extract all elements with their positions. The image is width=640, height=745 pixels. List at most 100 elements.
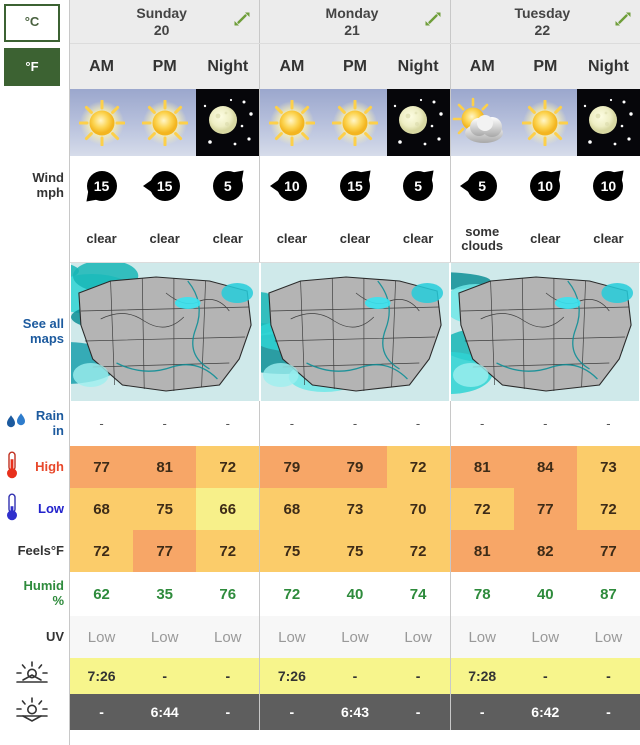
sky-icon-group [70,89,260,156]
condition-cell: clear [276,230,308,246]
feels-temp-cell: 75 [323,530,387,572]
rain-value-cell: - [480,416,485,431]
rain-value-group: --- [259,401,449,446]
low-label-text: Low [38,500,64,516]
sunset-time-cell: - [576,694,640,730]
sunrise-time-cell: - [513,658,577,694]
uv-row-label: UV [0,616,69,658]
sunrise-time-cell: - [133,658,197,694]
day-header-row: Sunday 20 Monday 21 Tuesday 22 [70,0,640,44]
uv-value-cell: Low [404,628,432,646]
rain-value-cell: - [99,416,104,431]
sunrise-time-cell: - [576,658,640,694]
wind-indicator: 10 [260,156,323,216]
sunrise-time-group: 7:28- - [449,658,640,694]
sky-icon-group [449,89,640,156]
humidity-value-cell: 76 [219,585,237,603]
sunset-time-cell: - [196,694,260,730]
sunset-time-cell: - [386,694,450,730]
sun-cloud-icon [450,89,514,156]
celsius-toggle-button[interactable]: °C [0,0,69,44]
expand-icon[interactable] [231,8,253,33]
sunrise-time-cell: - [196,658,260,694]
high-temp-group: 79 79 72 [259,446,450,488]
period-header-am[interactable]: AM [451,44,514,89]
rain-value-cell: - [543,416,548,431]
period-header-pm[interactable]: PM [133,44,196,89]
wind-label-text: Wind mph [32,170,64,200]
rain-value-cell: - [162,416,167,431]
sunset-icon [15,697,49,727]
day-header-sunday[interactable]: Sunday 20 [70,0,259,43]
wind-speed-badge: 5 [212,171,243,201]
high-temp-cell: 73 [576,446,640,488]
low-temp-group: 68 75 66 [70,488,260,530]
forecast-map-thumbnail[interactable] [71,263,259,401]
low-temp-cell: 72 [576,488,640,530]
low-temp-cell: 70 [386,488,450,530]
fahrenheit-label[interactable]: °F [4,48,60,86]
forecast-map-thumbnail[interactable] [261,263,449,401]
sunset-time-cell: - [450,694,514,730]
day-header-text: Tuesday 22 [514,5,571,38]
moon-icon [386,89,450,156]
sunset-time-group: -6:42- [449,694,640,730]
humidity-value-group: 72 40 74 [259,572,449,616]
wind-indicator: 5 [196,156,259,216]
humidity-value-cell: 40 [536,585,554,603]
day-group: AM PM Night [70,44,259,89]
see-all-maps-text[interactable]: See all maps [23,317,64,346]
fahrenheit-toggle-button[interactable]: °F [0,44,69,89]
condition-row: clear clear clear clear clear clear some cloud… [70,216,640,263]
day-header-tuesday[interactable]: Tuesday 22 [451,0,640,43]
day-header-monday[interactable]: Monday 21 [260,0,449,43]
wind-row: 15 15 5 10 15 5 5 10 10 [70,156,640,216]
wind-indicator: 5 [451,156,514,216]
uv-value-cell: Low [150,628,179,646]
expand-icon[interactable] [422,8,444,33]
wind-speed-badge: 5 [403,171,434,201]
map-group [70,263,260,401]
feels-temp-cell: 72 [196,530,260,572]
low-row-label: Low [0,488,69,530]
period-header-am[interactable]: AM [260,44,323,89]
day-group: AM PM Night [259,44,449,89]
expand-icon[interactable] [612,8,634,33]
high-temp-cell: 72 [386,446,450,488]
sunset-time-group: -6:44- [70,694,260,730]
high-temp-cell: 81 [450,446,514,488]
period-header-row: AM PM Night AM PM Night AM PM Night [70,44,640,89]
uv-value-cell: Low [531,628,560,646]
sunrise-time-cell: - [323,658,387,694]
forecast-map-thumbnail[interactable] [451,263,639,401]
period-header-night[interactable]: Night [196,44,259,89]
wind-speed-badge: 5 [467,171,498,201]
humidity-value-cell: 78 [473,585,491,603]
period-header-night[interactable]: Night [387,44,450,89]
condition-cell: clear [402,230,434,246]
period-header-night[interactable]: Night [577,44,640,89]
condition-cell: clear [149,230,180,246]
condition-cell: some clouds [461,223,504,253]
uv-value-cell: Low [341,628,369,646]
rain-value-group: --- [449,401,640,446]
high-temp-cell: 84 [513,446,577,488]
rain-value-cell: - [606,416,611,431]
rain-label-text: Rain in [35,407,64,438]
feels-temp-group: 72 77 72 [70,530,260,572]
sky-icon-group [259,89,450,156]
uv-value-cell: Low [594,628,623,646]
rain-value-group: --- [70,401,259,446]
sunset-time-group: -6:43- [259,694,450,730]
period-header-pm[interactable]: PM [514,44,577,89]
wind-indicator: 15 [323,156,386,216]
period-header-am[interactable]: AM [70,44,133,89]
wind-indicator: 10 [514,156,577,216]
see-all-maps-link[interactable]: See all maps [0,263,69,401]
period-header-pm[interactable]: PM [323,44,386,89]
sun-icon [260,89,324,156]
celsius-label[interactable]: °C [4,3,60,42]
wind-speed-badge: 15 [149,171,180,201]
day-header-text: Monday 21 [325,5,379,38]
sun-icon [70,89,134,156]
